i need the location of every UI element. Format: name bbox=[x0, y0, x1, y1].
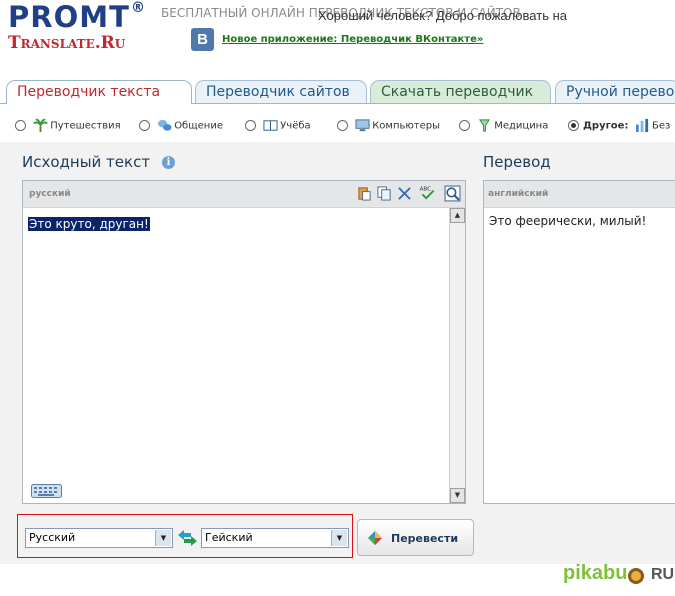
target-box: английский Это феерически, милый! bbox=[483, 180, 675, 504]
dropdown-arrow-icon[interactable]: ▼ bbox=[155, 530, 171, 546]
source-textarea[interactable]: Это круто, друган! bbox=[28, 213, 150, 232]
radio-button[interactable] bbox=[15, 120, 26, 131]
pikabu-suffix: RU bbox=[651, 566, 675, 583]
dropdown-arrow-icon[interactable]: ▼ bbox=[331, 530, 347, 546]
registered-mark: ® bbox=[131, 0, 145, 16]
topic-label: Путешествия bbox=[50, 120, 121, 132]
source-scrollbar[interactable]: ▲ ▼ bbox=[449, 208, 465, 503]
medicine-icon bbox=[479, 119, 491, 132]
tab-download-translator[interactable]: Скачать переводчик bbox=[370, 80, 551, 103]
source-toolbar: русский ABC bbox=[23, 181, 465, 208]
translate-button-label: Перевести bbox=[391, 532, 459, 545]
promt-logo[interactable]: PROMT bbox=[8, 2, 130, 32]
radio-button[interactable] bbox=[139, 120, 150, 131]
radio-button[interactable] bbox=[245, 120, 256, 131]
footer-text: Хороший человек? Добро пожаловать на bbox=[318, 8, 567, 23]
topic-label-none[interactable]: Без bbox=[652, 121, 670, 132]
target-toolbar: английский bbox=[484, 181, 675, 208]
topic-label: Медицина bbox=[494, 120, 549, 132]
book-icon bbox=[263, 120, 278, 131]
svg-text:ABC: ABC bbox=[420, 187, 432, 193]
topic-label: Общение bbox=[174, 120, 223, 132]
source-text-selected: Это круто, друган! bbox=[28, 217, 150, 231]
clear-icon[interactable] bbox=[397, 186, 412, 201]
topic-communication[interactable]: Общение bbox=[139, 118, 223, 133]
pikabu-brand: pikabu bbox=[563, 562, 628, 584]
spellcheck-icon[interactable]: ABC bbox=[419, 185, 437, 200]
source-language-select[interactable]: Русский ▼ bbox=[25, 528, 173, 548]
tab-manual-translation[interactable]: Ручной перевод bbox=[555, 80, 675, 103]
translate-button[interactable]: Перевести bbox=[357, 519, 474, 556]
source-lang-label: русский bbox=[29, 189, 71, 199]
bar-chart-icon bbox=[635, 118, 649, 133]
info-icon[interactable]: i bbox=[162, 156, 175, 169]
scroll-down-button[interactable]: ▼ bbox=[450, 488, 465, 503]
tab-text-translator[interactable]: Переводчик текста bbox=[6, 80, 192, 104]
topic-travel[interactable]: Путешествия bbox=[15, 118, 121, 133]
keyboard-icon[interactable] bbox=[31, 484, 62, 498]
copy-icon[interactable] bbox=[377, 186, 392, 201]
palm-tree-icon bbox=[33, 118, 49, 133]
topic-selector: Путешествия Общение Учёба Компьютеры Мед… bbox=[0, 110, 675, 140]
target-lang-label: английский bbox=[488, 189, 549, 199]
radio-button[interactable] bbox=[337, 120, 348, 131]
topic-study[interactable]: Учёба bbox=[245, 118, 311, 133]
scroll-up-button[interactable]: ▲ bbox=[450, 208, 465, 223]
topic-label: Учёба bbox=[280, 120, 311, 132]
source-language-value: Русский bbox=[29, 531, 76, 544]
vk-icon[interactable]: В bbox=[191, 28, 214, 51]
translate-ru-logo[interactable]: Translate.Ru bbox=[8, 33, 125, 53]
target-language-select[interactable]: Гейский ▼ bbox=[201, 528, 349, 548]
source-box: русский ABC Это круто, друган! ▲ ▼ bbox=[22, 180, 466, 504]
pikabu-hedgehog-icon bbox=[628, 568, 644, 584]
vk-app-link[interactable]: Новое приложение: Переводчик ВКонтакте» bbox=[222, 34, 483, 45]
monitor-icon bbox=[355, 119, 370, 132]
source-title: Исходный текст bbox=[22, 153, 151, 171]
paste-icon[interactable] bbox=[357, 186, 372, 201]
pikabu-logo[interactable]: pikabu bbox=[563, 562, 627, 585]
radio-button[interactable] bbox=[459, 120, 470, 131]
speech-bubbles-icon bbox=[158, 119, 172, 131]
topic-label: Другое: bbox=[583, 120, 629, 132]
topic-label: Компьютеры bbox=[372, 120, 441, 132]
translate-logo-icon bbox=[368, 531, 382, 545]
target-title: Перевод bbox=[483, 153, 551, 171]
dictionary-search-icon[interactable] bbox=[444, 185, 461, 202]
topic-computers[interactable]: Компьютеры bbox=[337, 118, 440, 133]
target-text[interactable]: Это феерически, милый! bbox=[489, 214, 646, 228]
topic-other[interactable]: Другое: Без bbox=[568, 118, 670, 133]
target-language-value: Гейский bbox=[205, 531, 253, 544]
radio-button-selected[interactable] bbox=[568, 120, 579, 131]
topic-medicine[interactable]: Медицина bbox=[459, 118, 548, 133]
swap-languages-icon[interactable] bbox=[177, 530, 198, 546]
tab-site-translator[interactable]: Переводчик сайтов bbox=[195, 80, 367, 103]
